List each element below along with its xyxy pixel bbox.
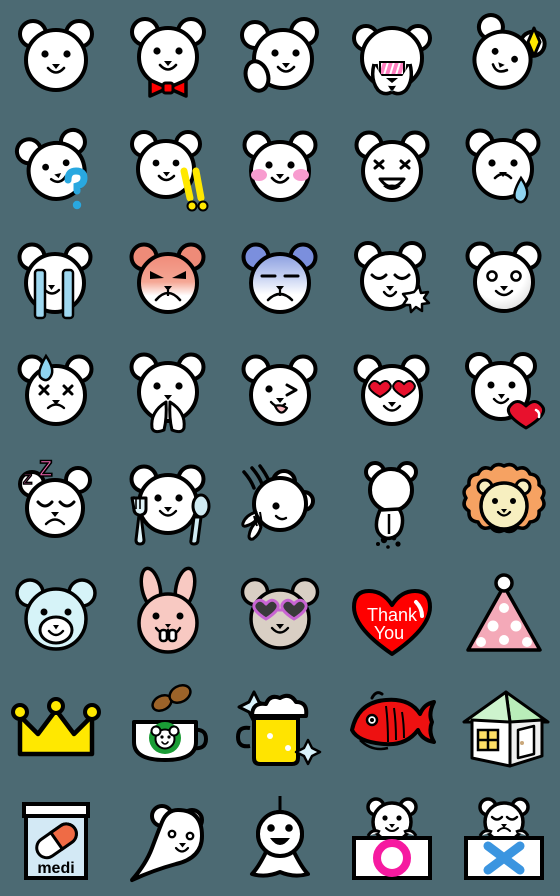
bear-falling-icon [364,461,418,549]
bear-running-icon [241,464,315,541]
sticker-cell-lion-face[interactable]: Lion with orange mane [448,448,560,560]
sticker-cell-bear-eating[interactable]: Bear holding fork and spoon [112,448,224,560]
bear-sunglasses-icon [240,577,320,650]
red-fish-icon [350,691,436,751]
sticker-cell-bear-heart-eyes[interactable]: Bear with red heart eyes [336,336,448,448]
sticker-cell-bear-bowtie[interactable]: Bear with red bow tie [112,0,224,112]
sticker-cell-bear-exclamation[interactable]: Bear with yellow exclamation marks [112,112,224,224]
bear-bowtie-icon [130,17,206,98]
bear-ok-sign-icon [352,797,432,880]
bear-holding-heart-icon [465,352,546,430]
sticker-cell-bear-falling[interactable]: Bear falling with dust [336,448,448,560]
bear-smile-icon [18,19,94,92]
bear-praying-icon [129,352,206,434]
steam-beans-icon [151,683,192,713]
bear-dizzy-icon [17,353,94,426]
sticker-cell-rabbit-pink[interactable]: Pink rabbit with buck teeth [112,560,224,672]
pink-blush-stripes-icon [377,61,407,76]
sticker-cell-red-fish[interactable]: Red sea bream fish [336,672,448,784]
sticker-cell-teru-teru-bozu[interactable]: Smiling teru teru bozu doll [224,784,336,896]
sticker-cell-bear-question[interactable]: Bear with blue question mark [0,112,112,224]
sticker-cell-bear-crying[interactable]: Bear crying waterfall tears [0,224,112,336]
sticker-cell-bear-dizzy[interactable]: Dizzy bear with sweat drop and x eyes [0,336,112,448]
sticker-cell-party-hat[interactable]: Pink polka-dot party hat [448,560,560,672]
medicine-bottle-icon: medi [22,802,90,880]
sticker-cell-bear-waving[interactable]: Bear waving a paw [224,0,336,112]
sticker-cell-bear-sparkle[interactable]: Bear tilted with yellow sparkle [448,0,560,112]
sticker-cell-bear-praying[interactable]: Bear with praying paws [112,336,224,448]
sticker-cell-bear-running[interactable]: Bear running sideways [224,448,336,560]
yellow-exclamation-marks-icon [180,167,209,212]
bear-no-sign-icon [464,797,544,880]
bear-eating-icon [129,464,211,546]
emoji-sticker-grid: Smiling white bear face Bear with red bo… [0,0,560,896]
bear-sad-tear-icon [465,128,541,204]
bear-sleeping-icon: Z Z [18,455,92,538]
bear-question-icon [14,127,88,210]
sticker-cell-medicine-bottle[interactable]: Medicine bottle labelled medi medi [0,784,112,896]
sticker-cell-crown[interactable]: Yellow crown [0,672,112,784]
sticker-cell-bear-ghost[interactable]: Bear ghost [112,784,224,896]
bear-blue-icon [15,578,97,651]
beer-mug-icon [235,690,322,766]
sticker-cell-matcha-latte-cup[interactable]: Green latte cup with bear art [112,672,224,784]
bear-relieved-sigh-icon [354,241,431,314]
sticker-cell-bear-holding-heart[interactable]: Bear holding a red heart [448,336,560,448]
sticker-cell-house[interactable]: House with green roof [448,672,560,784]
bear-exclamation-icon [130,130,209,212]
thank-text: Thank [367,605,418,625]
matcha-latte-cup-icon [132,683,209,762]
sticker-cell-bear-sad-tear[interactable]: Bear with a blue teardrop [448,112,560,224]
sticker-cell-bear-blue[interactable]: Pale blue bear face [0,560,112,672]
bear-heart-eyes-icon [353,354,430,426]
bear-angry-icon [129,242,206,314]
bear-crying-icon [17,242,93,320]
bear-wink-tongue-icon [241,354,318,426]
sticker-cell-bear-sleeping[interactable]: Sleeping bear with pink Z Z Z Z [0,448,112,560]
red-bowtie-icon [148,78,188,98]
sticker-cell-bear-surprised[interactable]: Bear with wide round eyes [448,224,560,336]
svg-text:Z: Z [23,471,32,488]
sticker-cell-bear-relieved-sigh[interactable]: Bear sighing with puff cloud [336,224,448,336]
sticker-cell-bear-laughing[interactable]: Bear laughing with closed eyes [336,112,448,224]
sticker-cell-bear-ok-sign[interactable]: Bear holding pink circle O sign [336,784,448,896]
bear-sparkle-icon [472,12,547,90]
sticker-cell-beer-mug[interactable]: Sparkling beer mug [224,672,336,784]
sticker-cell-bear-no-sign[interactable]: Bear holding blue X sign [448,784,560,896]
heart-thank-you-icon: Thank You [352,589,432,656]
sticker-cell-bear-wink-tongue[interactable]: Winking bear sticking out tongue [224,336,336,448]
sticker-cell-bear-blushing-hiding[interactable]: Bear covering face, pink blush [336,0,448,112]
sticker-cell-bear-sunglasses[interactable]: Tan bear wearing heart sunglasses [224,560,336,672]
lion-face-icon [462,462,546,534]
bear-blush-icon [242,130,318,202]
bear-ghost-icon [130,804,204,882]
bear-blushing-hiding-icon [352,24,432,96]
svg-text:Z: Z [39,456,52,481]
bear-laughing-icon [354,130,430,202]
house-icon [462,690,550,768]
teru-teru-bozu-icon [250,796,310,878]
bear-gloomy-icon [241,242,318,314]
sticker-cell-bear-gloomy[interactable]: Blue gloomy bear [224,224,336,336]
sticker-cell-bear-angry[interactable]: Angry red-faced bear [112,224,224,336]
rabbit-pink-icon [137,566,199,654]
party-hat-icon [466,573,542,652]
spoon-icon [189,493,211,546]
medicine-label-text: medi [37,860,74,877]
sticker-cell-heart-thank-you[interactable]: Red heart reading Thank You Thank You [336,560,448,672]
sticker-cell-bear-blush[interactable]: Bear with pink cheeks [224,112,336,224]
sticker-cell-bear-smile[interactable]: Smiling white bear face [0,0,112,112]
you-text: You [374,623,404,643]
bear-surprised-icon [465,241,542,313]
bear-waving-icon [240,17,319,93]
crown-icon [11,697,101,757]
